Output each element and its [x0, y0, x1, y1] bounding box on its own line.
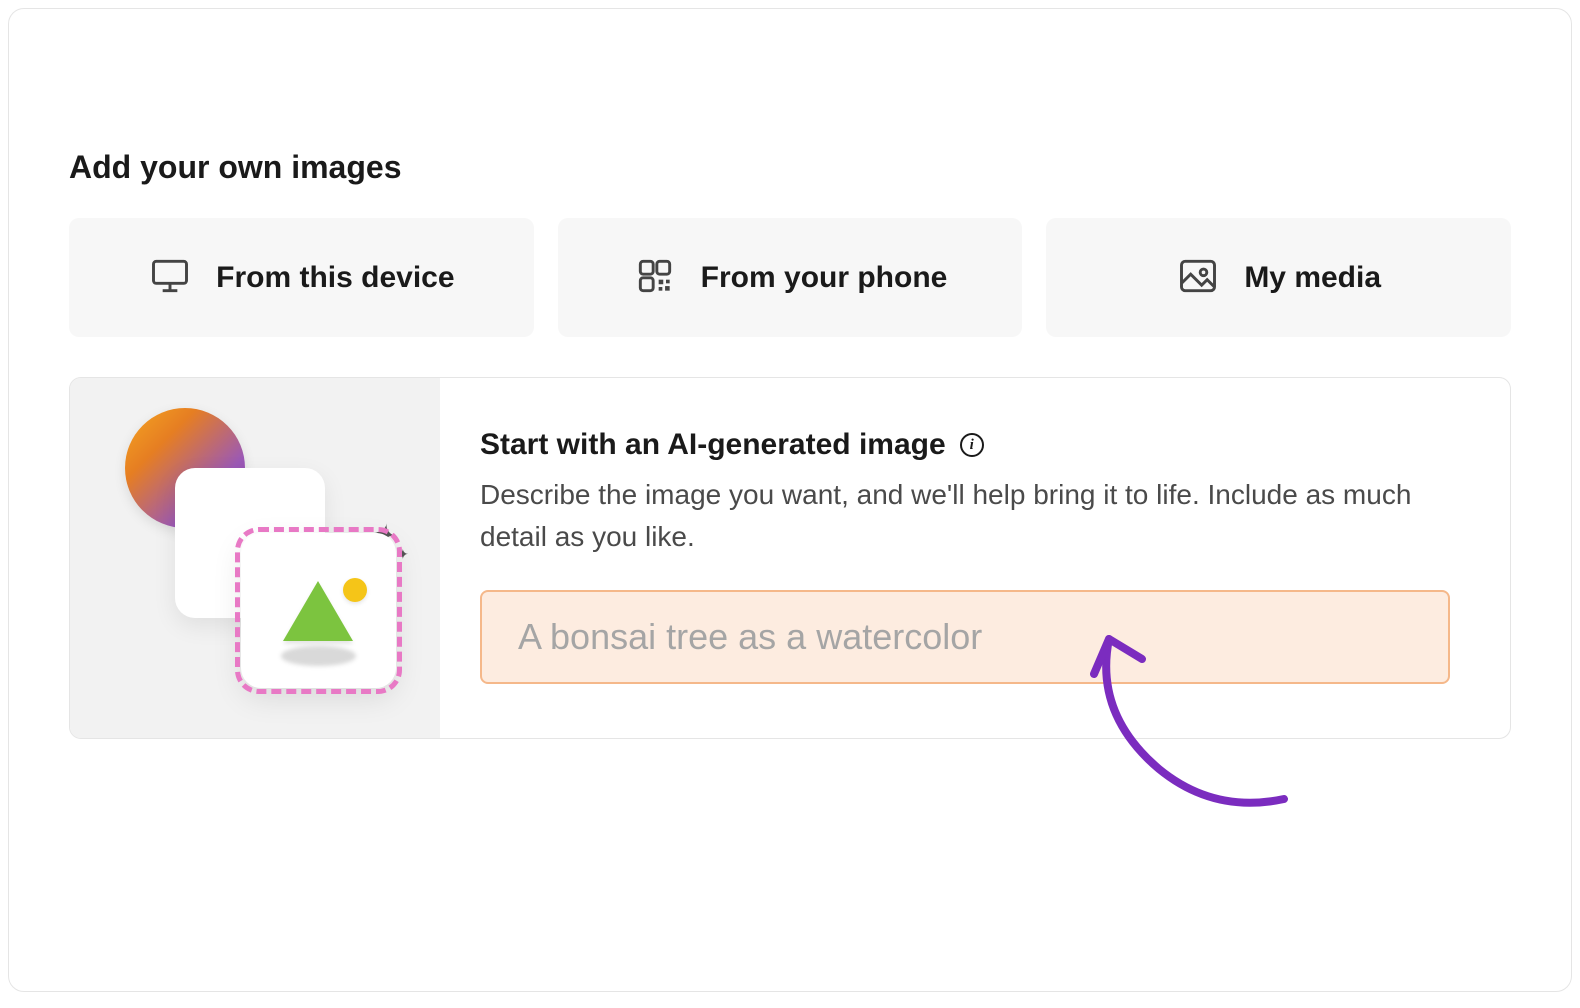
- ai-description: Describe the image you want, and we'll h…: [480, 474, 1450, 558]
- info-icon[interactable]: i: [960, 433, 984, 457]
- prompt-input[interactable]: [518, 616, 1412, 658]
- from-phone-label: From your phone: [701, 261, 948, 295]
- ai-graphic-icon: ✦ ✦: [115, 408, 395, 708]
- monitor-icon: [148, 254, 192, 301]
- ai-title: Start with an AI-generated image: [480, 428, 946, 462]
- from-device-button[interactable]: From this device: [69, 218, 534, 337]
- from-device-label: From this device: [216, 261, 454, 295]
- add-images-panel: Add your own images From this device: [8, 8, 1572, 992]
- qr-icon: [633, 254, 677, 301]
- section-heading: Add your own images: [69, 149, 1511, 186]
- my-media-button[interactable]: My media: [1046, 218, 1511, 337]
- ai-generate-card: ✦ ✦ Start with an AI-generated image i D…: [69, 377, 1511, 739]
- prompt-input-wrapper[interactable]: [480, 590, 1450, 684]
- my-media-label: My media: [1244, 261, 1381, 295]
- image-icon: [1176, 254, 1220, 301]
- ai-content: Start with an AI-generated image i Descr…: [440, 378, 1510, 738]
- from-phone-button[interactable]: From your phone: [558, 218, 1023, 337]
- ai-thumbnail: ✦ ✦: [70, 378, 440, 738]
- ai-title-row: Start with an AI-generated image i: [480, 428, 1450, 462]
- sources-row: From this device From your phone: [69, 218, 1511, 337]
